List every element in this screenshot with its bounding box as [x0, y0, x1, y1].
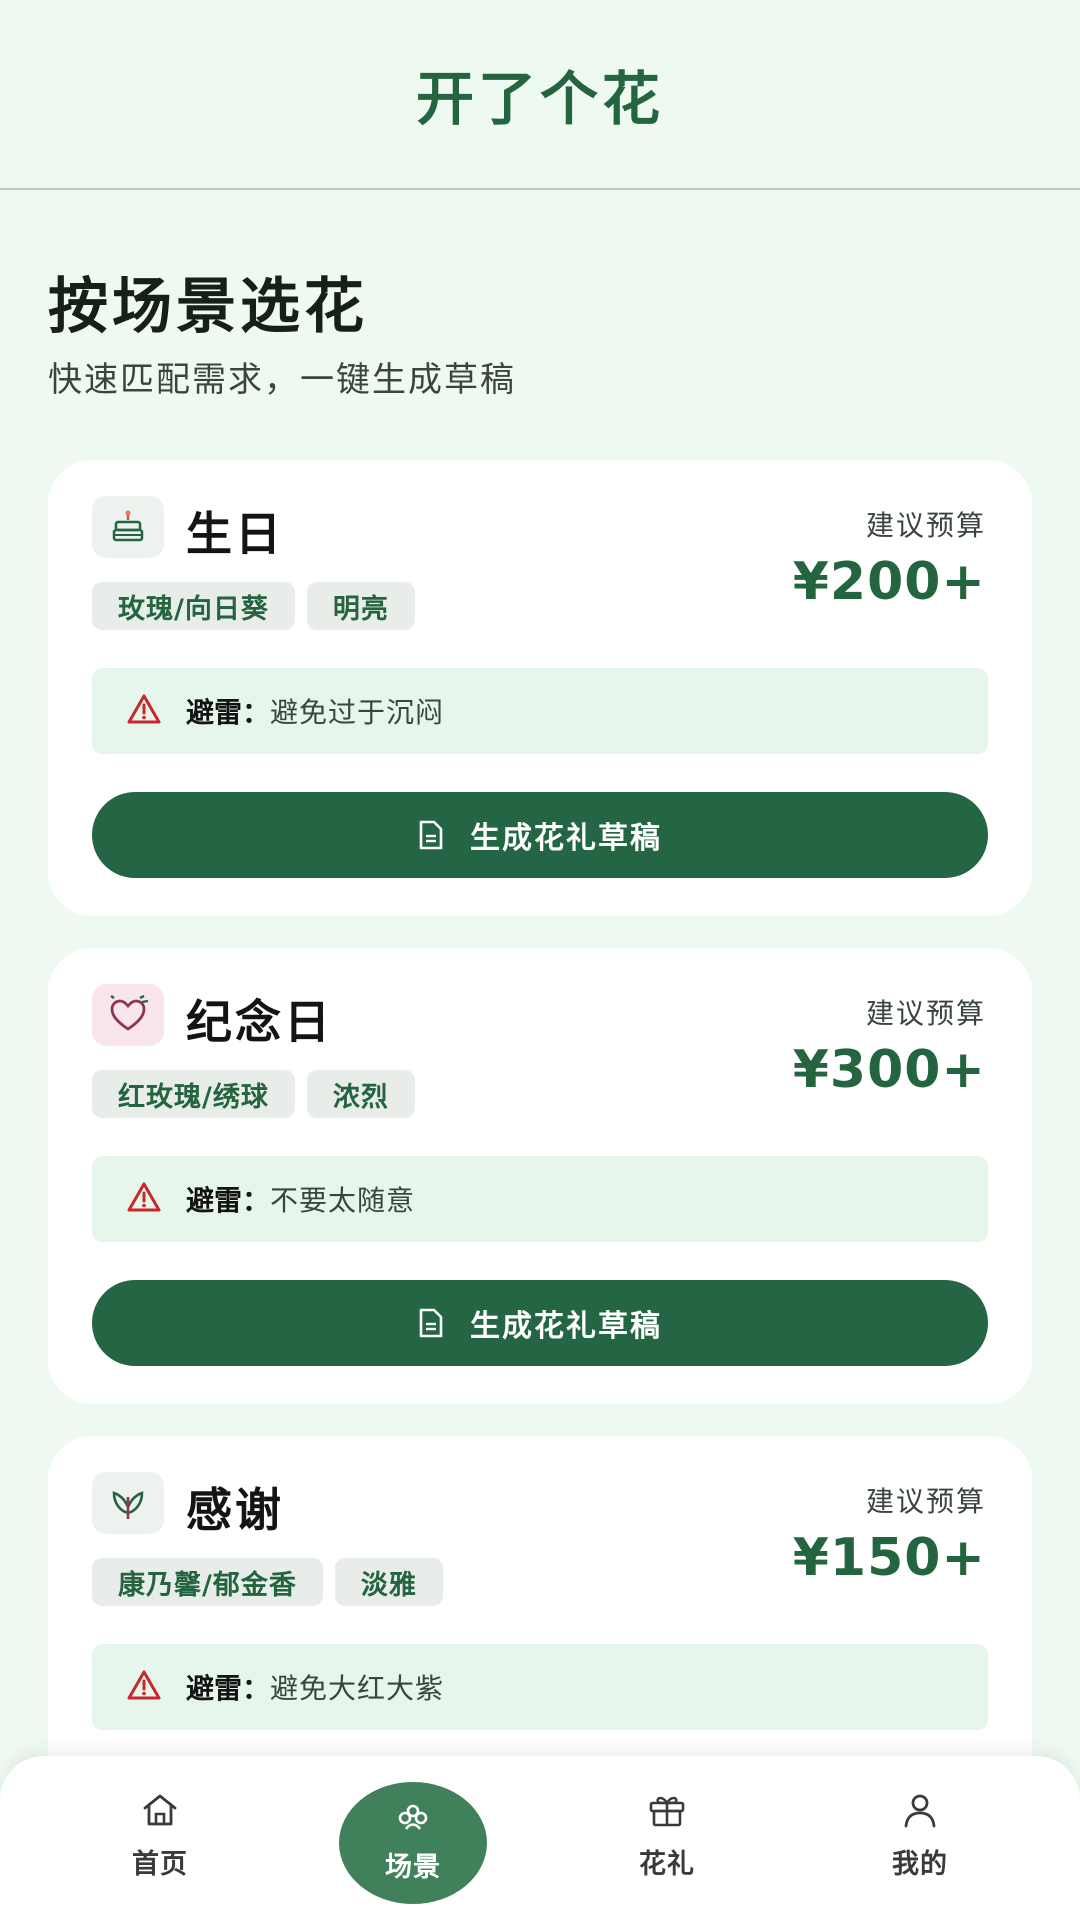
nav-item-scenes[interactable]: 场景: [339, 1782, 487, 1904]
budget-value: ¥200+: [792, 552, 986, 612]
tulip-icon: [92, 1472, 164, 1534]
generate-draft-button[interactable]: 生成花礼草稿: [92, 792, 988, 878]
gift-icon: [647, 1792, 687, 1832]
warning-label: 避雷：: [186, 1184, 271, 1217]
page-subtitle: 快速匹配需求，一键生成草稿: [48, 360, 516, 400]
budget-value: ¥150+: [792, 1528, 986, 1588]
budget-value: ¥300+: [792, 1040, 986, 1100]
budget-label: 建议预算: [865, 997, 986, 1030]
page-heading: 按场景选花: [48, 272, 368, 342]
nav-label: 首页: [132, 1849, 188, 1880]
scenario-card-birthday[interactable]: 生日 玫瑰/向日葵 明亮 建议预算 ¥200+ 避雷： 避免过于沉闷 生成花礼草…: [48, 460, 1032, 916]
warning-icon: [126, 693, 162, 729]
generate-draft-button[interactable]: 生成花礼草稿: [92, 1280, 988, 1366]
flower-icon: [396, 1803, 430, 1837]
flower-tag: 红玫瑰/绣球: [92, 1070, 295, 1118]
nav-label: 我的: [892, 1849, 948, 1880]
card-title: 感谢: [186, 1483, 284, 1537]
warning-box: 避雷： 避免过于沉闷: [92, 668, 988, 754]
warning-text: 避免过于沉闷: [270, 696, 445, 729]
warning-icon: [126, 1669, 162, 1705]
card-title: 生日: [186, 507, 284, 561]
bottom-navigation: 首页 场景 花礼 我的: [0, 1756, 1080, 1920]
nav-item-gifts[interactable]: 花礼: [597, 1792, 737, 1902]
warning-icon: [126, 1181, 162, 1217]
nav-label: 花礼: [639, 1849, 695, 1880]
warning-box: 避雷： 避免大红大紫: [92, 1644, 988, 1730]
style-tag: 浓烈: [306, 1070, 415, 1118]
nav-label: 场景: [385, 1851, 441, 1883]
document-icon: [418, 820, 444, 850]
flower-tag: 玫瑰/向日葵: [92, 582, 295, 630]
user-icon: [900, 1792, 940, 1832]
style-tag: 明亮: [306, 582, 415, 630]
tag-list: 红玫瑰/绣球 浓烈: [92, 1070, 415, 1118]
warning-label: 避雷：: [186, 696, 271, 729]
tag-list: 康乃馨/郁金香 淡雅: [92, 1558, 443, 1606]
home-icon: [140, 1792, 180, 1832]
top-app-bar: 开了个花: [0, 0, 1080, 190]
warning-text: 避免大红大紫: [270, 1672, 445, 1705]
cake-icon: [92, 496, 164, 558]
app-title: 开了个花: [415, 65, 664, 133]
scenario-card-anniversary[interactable]: 纪念日 红玫瑰/绣球 浓烈 建议预算 ¥300+ 避雷： 不要太随意 生成花礼草…: [48, 948, 1032, 1404]
warning-text: 不要太随意: [270, 1184, 416, 1217]
warning-label: 避雷：: [186, 1672, 271, 1705]
nav-item-profile[interactable]: 我的: [850, 1792, 990, 1902]
card-title: 纪念日: [186, 995, 333, 1049]
tag-list: 玫瑰/向日葵 明亮: [92, 582, 415, 630]
nav-item-home[interactable]: 首页: [90, 1792, 230, 1902]
style-tag: 淡雅: [334, 1558, 443, 1606]
generate-draft-label: 生成花礼草稿: [470, 1309, 662, 1344]
budget-label: 建议预算: [865, 509, 986, 542]
heart-icon: [92, 984, 164, 1046]
document-icon: [418, 1308, 444, 1338]
warning-box: 避雷： 不要太随意: [92, 1156, 988, 1242]
flower-tag: 康乃馨/郁金香: [92, 1558, 323, 1606]
budget-label: 建议预算: [865, 1485, 986, 1518]
generate-draft-label: 生成花礼草稿: [470, 821, 662, 856]
